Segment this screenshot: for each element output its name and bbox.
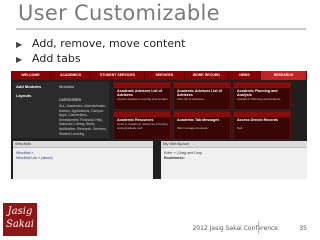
- conference-footer: 2012 Jasig Sakai Conference: [192, 225, 278, 232]
- module-card[interactable]: Academic Resources Links to academic res…: [113, 111, 171, 140]
- title-underline: [16, 28, 306, 30]
- module-card-header: [174, 83, 230, 88]
- page-number: 35: [299, 225, 307, 232]
- tab-work-record[interactable]: WORK RECORD: [185, 71, 229, 80]
- modules-tab[interactable]: Modules: [59, 84, 74, 89]
- module-card-body: Academic Planning and Analysis: [237, 97, 281, 101]
- tab-student-services[interactable]: STUDENT SERVICES: [91, 71, 145, 80]
- module-card-body: Links to academic resources including un…: [117, 122, 168, 130]
- tab-research[interactable]: RESEARCH: [261, 71, 307, 80]
- bullet-arrow-icon: ▶: [16, 40, 23, 49]
- bullet-item: ▶ Add, remove, move content: [16, 36, 185, 51]
- portal-tab-bar: WELCOME ACADEMICS STUDENT SERVICES SERVI…: [11, 71, 307, 80]
- module-card-title: Academic Tab Messages: [177, 118, 220, 122]
- module-card-title: Access Denied Records: [237, 118, 278, 122]
- module-card[interactable]: Academic Advisors List of Advisees View …: [173, 82, 231, 110]
- tab-academics[interactable]: ACADEMICS: [51, 71, 92, 80]
- category-list[interactable]: ALL, Academics, Administration, Advisor,…: [59, 104, 107, 136]
- module-card[interactable]: Academic Advisors List of Advisees Acces…: [113, 82, 171, 110]
- module-card-title: Academic Advisors List of Advisees: [177, 89, 223, 97]
- webspace-title: My WebSpace: [161, 141, 307, 148]
- bullet-list: ▶ Add, remove, move content ▶ Add tabs: [16, 36, 185, 66]
- module-card[interactable]: Access Denied Records Null: [233, 111, 291, 140]
- tab-news[interactable]: NEWS: [229, 71, 262, 80]
- tab-welcome[interactable]: WELCOME: [11, 71, 52, 80]
- bullet-item: ▶ Add tabs: [16, 51, 185, 66]
- module-card-body: Null: [237, 126, 243, 130]
- wiscmail-portlet: WiscMail WiscMail » WiscMail Lite » (abo…: [13, 141, 153, 179]
- webspace-portlet: My WebSpace Enter » | Drag and Drop Book…: [161, 141, 307, 179]
- bullet-text: Add, remove, move content: [32, 37, 186, 50]
- module-card-header: [114, 83, 170, 88]
- module-card-body: Tab message previews: [177, 126, 208, 130]
- module-card-body: Access academic records and contact: [117, 97, 168, 101]
- wiscmail-title: WiscMail: [13, 141, 153, 148]
- module-card-title: Academic Advisors List of Advisees: [117, 89, 163, 97]
- bookmarks-label: Bookmarks:: [164, 156, 185, 160]
- slide-title: User Customizable: [18, 1, 220, 25]
- add-modules-panel: Add Modules Modules Layouts CATEGORIES A…: [13, 82, 109, 138]
- wiscmail-lite-link[interactable]: WiscMail Lite » (about): [16, 156, 53, 160]
- module-card[interactable]: Academic Planning and Analysis Academic …: [233, 82, 291, 110]
- add-modules-title: Add Modules: [16, 84, 42, 89]
- module-card-header: [234, 112, 290, 117]
- module-card-body: View list of advisees: [177, 97, 204, 101]
- jasig-sakai-logo: Jasig Sakai: [3, 203, 37, 236]
- tab-services[interactable]: SERVICES: [145, 71, 185, 80]
- module-card-title: Academic Planning and Analysis: [237, 89, 278, 97]
- bullet-text: Add tabs: [32, 52, 81, 65]
- logo-text-top: Jasig: [7, 206, 33, 217]
- webspace-enter-link[interactable]: Enter » | Drag and Drop: [164, 151, 202, 155]
- bullet-arrow-icon: ▶: [16, 55, 23, 64]
- module-card-header: [234, 83, 290, 88]
- module-card-header: [114, 112, 170, 117]
- layouts-link[interactable]: Layouts: [16, 93, 31, 98]
- wiscmail-link[interactable]: WiscMail »: [16, 151, 33, 155]
- portal-screenshot: WELCOME ACADEMICS STUDENT SERVICES SERVI…: [11, 71, 307, 179]
- categories-heading: CATEGORIES: [59, 98, 81, 102]
- module-card[interactable]: Academic Tab Messages Tab message previe…: [173, 111, 231, 140]
- logo-text-bottom: Sakai: [5, 219, 35, 230]
- footer-divider: [258, 221, 259, 234]
- module-card-header: [174, 112, 230, 117]
